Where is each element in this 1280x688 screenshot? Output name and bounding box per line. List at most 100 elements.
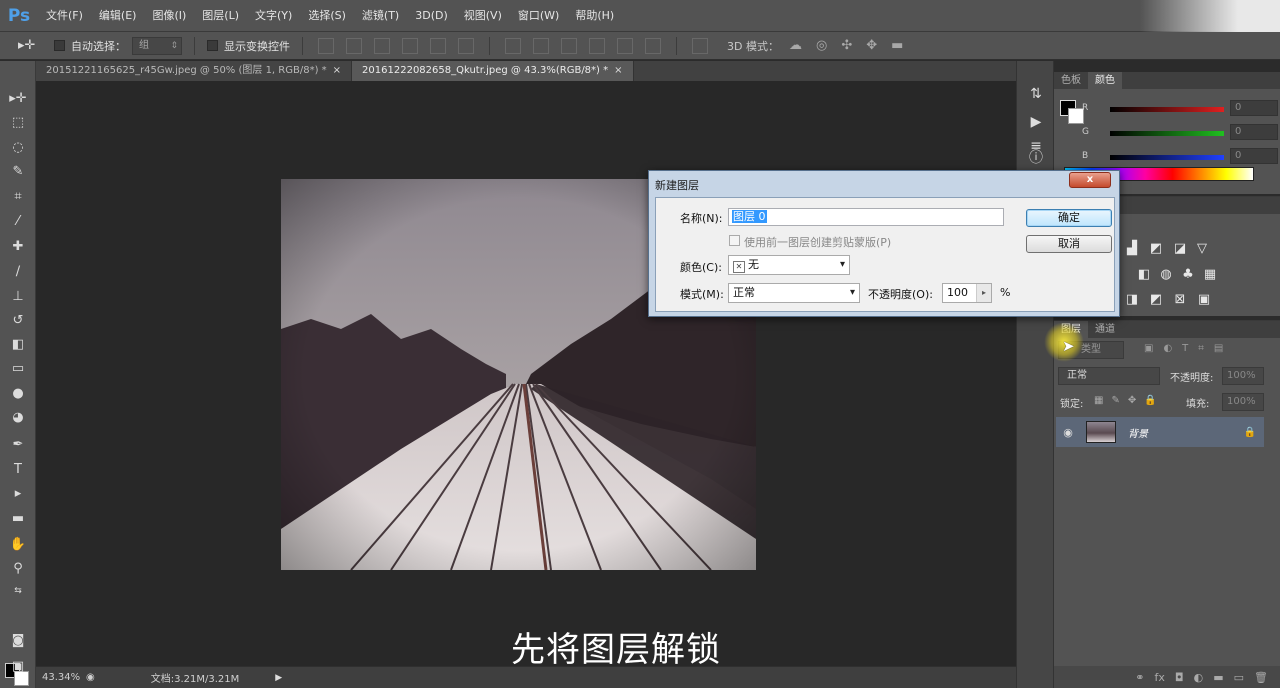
status-info-icon[interactable]: ◉ [86, 672, 95, 683]
blue-slider[interactable]: B 0 [1082, 148, 1278, 167]
layer-name-input[interactable]: 图层 0 [728, 208, 1004, 226]
menu-3d[interactable]: 3D(D) [407, 0, 456, 32]
opacity-field[interactable]: 100% [1222, 367, 1264, 385]
layer-name[interactable]: 背景 [1128, 425, 1148, 440]
auto-align-icon[interactable] [692, 37, 708, 54]
lock-icons[interactable]: ▦✎✥🔒 [1094, 395, 1165, 406]
marquee-tool-icon[interactable]: ⬚ [8, 113, 28, 133]
gradient-tool-icon[interactable]: ▭ [8, 359, 28, 379]
red-value[interactable]: 0 [1230, 100, 1278, 116]
zoom-level[interactable]: 43.34% [36, 672, 86, 683]
shape-tool-icon[interactable]: ▬ [8, 509, 28, 529]
info-panel-icon[interactable]: ⓘ [1027, 149, 1045, 167]
history-brush-tool-icon[interactable]: ↺ [8, 311, 28, 331]
swap-colors-icon[interactable]: ⇆ [8, 581, 28, 601]
fill-field[interactable]: 100% [1222, 393, 1264, 411]
auto-select-checkbox[interactable] [54, 40, 65, 51]
layer-row-background[interactable]: ◉ 背景 🔒 [1056, 417, 1264, 447]
path-select-tool-icon[interactable]: ▸ [8, 484, 28, 504]
dodge-tool-icon[interactable]: ◕ [8, 408, 28, 428]
color-lookup-icon[interactable]: ▦ [1202, 267, 1218, 283]
zoom-tool-icon[interactable]: ⚲ [8, 559, 28, 579]
quick-select-tool-icon[interactable]: ✎ [8, 162, 28, 182]
brush-tool-icon[interactable]: ∕ [8, 262, 28, 282]
menu-image[interactable]: 图像(I) [144, 0, 194, 32]
blue-value[interactable]: 0 [1230, 148, 1278, 164]
red-bar[interactable] [1110, 107, 1224, 112]
opacity-input[interactable]: 100 [942, 283, 992, 303]
window-controls[interactable] [1140, 0, 1280, 32]
levels-icon[interactable]: ▟ [1124, 241, 1140, 257]
blend-mode-dropdown[interactable]: 正常 [728, 283, 860, 303]
distribute-bottom-icon[interactable] [561, 37, 577, 54]
status-menu-arrow-icon[interactable]: ▶ [275, 673, 282, 683]
lasso-tool-icon[interactable]: ◌ [8, 138, 28, 158]
eye-icon[interactable]: ◉ [1056, 426, 1080, 439]
add-mask-icon[interactable]: ◘ [1175, 671, 1184, 684]
color-balance-icon[interactable]: ◧ [1136, 267, 1152, 283]
red-slider[interactable]: R 0 [1082, 100, 1278, 119]
close-icon[interactable]: × [333, 65, 341, 76]
distribute-left-icon[interactable] [589, 37, 605, 54]
3d-slide-icon[interactable]: ✥ [866, 38, 877, 53]
tab-color[interactable]: 颜色 [1088, 72, 1122, 89]
bw-icon[interactable]: ◍ [1158, 267, 1174, 283]
align-left-icon[interactable] [402, 37, 418, 54]
layer-color-dropdown[interactable]: ✕ 无 [728, 255, 850, 275]
dialog-close-button[interactable]: x [1069, 172, 1111, 188]
distribute-vcenter-icon[interactable] [533, 37, 549, 54]
distribute-right-icon[interactable] [645, 37, 661, 54]
align-top-icon[interactable] [318, 37, 334, 54]
exposure-icon[interactable]: ◪ [1172, 241, 1188, 257]
new-group-icon[interactable]: ▬ [1213, 671, 1223, 684]
menu-select[interactable]: 选择(S) [300, 0, 354, 32]
clone-stamp-tool-icon[interactable]: ⊥ [8, 287, 28, 307]
delete-layer-icon[interactable]: 🗑 [1254, 671, 1268, 684]
3d-pan-icon[interactable]: ✣ [841, 38, 852, 53]
align-vcenter-icon[interactable] [346, 37, 362, 54]
gradient-map-icon[interactable]: ▣ [1196, 292, 1212, 308]
curves-icon[interactable]: ◩ [1148, 241, 1164, 257]
green-value[interactable]: 0 [1230, 124, 1278, 140]
move-tool-icon[interactable]: ▸✛ [8, 89, 28, 109]
tab-document-1[interactable]: 20151221165625_r45Gw.jpeg @ 50% (图层 1, R… [36, 61, 353, 81]
menu-type[interactable]: 文字(Y) [247, 0, 300, 32]
align-right-icon[interactable] [458, 37, 474, 54]
blur-tool-icon[interactable]: ● [8, 384, 28, 404]
menu-help[interactable]: 帮助(H) [567, 0, 622, 32]
3d-roll-icon[interactable]: ◎ [816, 38, 827, 53]
move-tool-preset-icon[interactable]: ▸✛ [18, 36, 48, 56]
align-hcenter-icon[interactable] [430, 37, 446, 54]
hand-tool-icon[interactable]: ✋ [8, 535, 28, 555]
clipping-mask-checkbox[interactable] [729, 235, 740, 246]
tab-swatches[interactable]: 色板 [1054, 72, 1088, 89]
distribute-top-icon[interactable] [505, 37, 521, 54]
menu-window[interactable]: 窗口(W) [510, 0, 567, 32]
3d-rotate-icon[interactable]: ☁ [789, 38, 802, 53]
channel-mixer-icon[interactable]: ♣ [1180, 267, 1196, 283]
type-tool-icon[interactable]: T [8, 460, 28, 480]
threshold-icon[interactable]: ⊠ [1172, 292, 1188, 308]
history-panel-icon[interactable]: ⇅ [1027, 85, 1045, 103]
new-layer-icon[interactable]: ▭ [1234, 671, 1244, 684]
green-slider[interactable]: G 0 [1082, 124, 1278, 143]
menu-layer[interactable]: 图层(L) [194, 0, 247, 32]
tab-channels[interactable]: 通道 [1088, 321, 1122, 338]
crop-tool-icon[interactable]: ⌗ [8, 187, 28, 207]
eyedropper-tool-icon[interactable]: ⁄ [8, 212, 28, 232]
cancel-button[interactable]: 取消 [1026, 235, 1112, 253]
blue-bar[interactable] [1110, 155, 1224, 160]
show-transform-checkbox[interactable] [207, 40, 218, 51]
eraser-tool-icon[interactable]: ◧ [8, 335, 28, 355]
pen-tool-icon[interactable]: ✒ [8, 435, 28, 455]
fx-icon[interactable]: fx [1155, 671, 1165, 684]
menu-edit[interactable]: 编辑(E) [91, 0, 145, 32]
auto-select-dropdown[interactable]: 组 [132, 36, 182, 55]
actions-panel-icon[interactable]: ▶ [1027, 113, 1045, 131]
menu-file[interactable]: 文件(F) [38, 0, 91, 32]
menu-view[interactable]: 视图(V) [456, 0, 510, 32]
invert-icon[interactable]: ◨ [1124, 292, 1140, 308]
align-bottom-icon[interactable] [374, 37, 390, 54]
ok-button[interactable]: 确定 [1026, 209, 1112, 227]
vibrance-icon[interactable]: ▽ [1194, 241, 1210, 257]
